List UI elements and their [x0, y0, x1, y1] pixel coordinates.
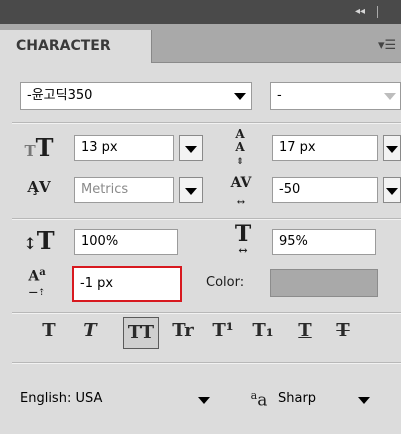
- chevron-down-icon: [185, 146, 197, 153]
- leading-dropdown-button[interactable]: [383, 135, 401, 161]
- font-family-dropdown-arrow-icon[interactable]: [234, 93, 246, 100]
- language-select[interactable]: English: USA: [20, 387, 220, 413]
- font-family-value: -윤고딕350: [27, 88, 93, 103]
- baseline-shift-input[interactable]: -1 px: [72, 266, 182, 302]
- vertical-scale-icon: ↕T: [23, 226, 55, 255]
- tracking-input[interactable]: -50: [272, 177, 378, 203]
- horizontal-scale-value: 95%: [279, 234, 308, 249]
- kerning-select[interactable]: Metrics: [74, 177, 174, 203]
- horizontal-scale-icon: T ↔: [234, 221, 252, 257]
- all-caps-button[interactable]: TT: [123, 317, 159, 349]
- underline-button[interactable]: T: [290, 317, 320, 345]
- tracking-icon: AV ↔: [230, 175, 252, 208]
- kerning-value: Metrics: [81, 182, 129, 197]
- language-value: English: USA: [20, 391, 103, 406]
- antialias-dropdown-arrow-icon[interactable]: [358, 397, 370, 404]
- strikethrough-button[interactable]: T: [328, 317, 358, 345]
- baseline-shift-icon: Aa —⇡: [28, 267, 46, 298]
- subscript-button[interactable]: T₁: [246, 317, 280, 345]
- divider: [12, 122, 401, 124]
- color-label: Color:: [206, 275, 245, 290]
- color-swatch[interactable]: [270, 269, 378, 297]
- font-style-value: -: [277, 88, 282, 103]
- small-caps-icon: Tr: [172, 320, 194, 341]
- all-caps-icon: TT: [127, 322, 155, 343]
- panel-menu-icon[interactable]: ▾☰: [378, 38, 398, 54]
- faux-italic-button[interactable]: T: [75, 317, 105, 345]
- horizontal-scale-input[interactable]: 95%: [272, 229, 376, 255]
- font-size-value: 13 px: [81, 140, 118, 155]
- small-caps-button[interactable]: Tr: [166, 317, 200, 345]
- faux-bold-button[interactable]: T: [34, 317, 64, 345]
- leading-icon: A A ⇕: [235, 127, 245, 168]
- tab-character[interactable]: CHARACTER: [0, 30, 152, 63]
- font-style-dropdown-arrow-icon[interactable]: [384, 93, 396, 100]
- font-style-select[interactable]: -: [270, 82, 401, 110]
- chevron-down-icon: [185, 188, 197, 195]
- tracking-dropdown-button[interactable]: [383, 177, 401, 203]
- chevron-down-icon: [386, 146, 398, 153]
- divider: [12, 218, 401, 220]
- leading-input[interactable]: 17 px: [272, 135, 378, 161]
- baseline-shift-value: -1 px: [80, 276, 114, 291]
- font-family-select[interactable]: -윤고딕350: [20, 82, 252, 110]
- faux-italic-icon: T: [83, 320, 97, 341]
- superscript-button[interactable]: T¹: [206, 317, 240, 345]
- leading-value: 17 px: [279, 140, 316, 155]
- double-left-arrow-icon[interactable]: ◂◂: [347, 6, 373, 18]
- panel-title-bar: [0, 0, 401, 24]
- underline-icon: T: [298, 320, 312, 341]
- title-bar-divider: [377, 6, 378, 18]
- tracking-value: -50: [279, 182, 301, 197]
- font-size-icon: TT: [24, 133, 54, 162]
- divider: [12, 312, 401, 314]
- antialias-value: Sharp: [278, 391, 317, 406]
- font-size-input[interactable]: 13 px: [74, 135, 174, 161]
- vertical-scale-value: 100%: [81, 234, 119, 249]
- antialias-icon: aa: [250, 389, 268, 411]
- strikethrough-icon: T: [336, 320, 350, 341]
- font-size-dropdown-button[interactable]: [179, 135, 203, 161]
- kerning-icon: A̧V: [27, 178, 51, 196]
- divider: [12, 362, 401, 364]
- vertical-scale-input[interactable]: 100%: [74, 229, 178, 255]
- kerning-dropdown-button[interactable]: [179, 177, 203, 203]
- chevron-down-icon: [386, 188, 398, 195]
- faux-bold-icon: T: [42, 320, 56, 341]
- subscript-icon: T₁: [252, 320, 274, 341]
- language-dropdown-arrow-icon[interactable]: [198, 397, 210, 404]
- superscript-icon: T¹: [212, 320, 234, 341]
